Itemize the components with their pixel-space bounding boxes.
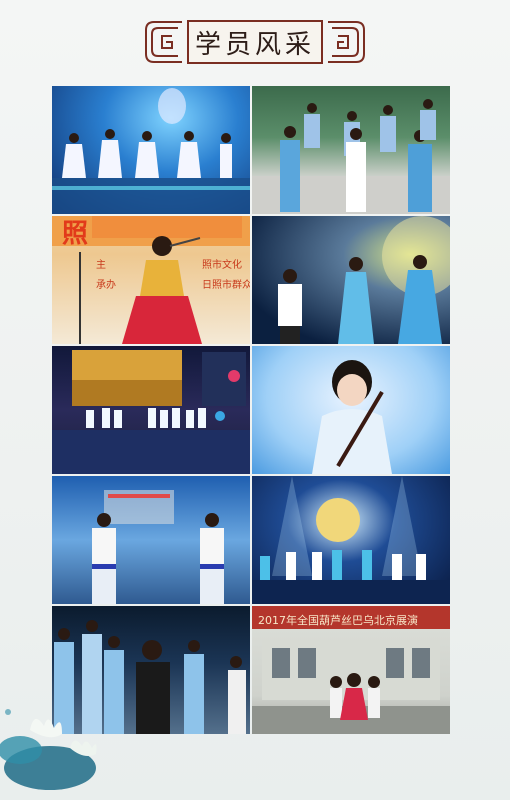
showcase-scene-image: 2017年全国葫芦丝巴乌北京展演 xyxy=(252,613,450,734)
title-box: 学员风采 xyxy=(187,20,323,64)
banner-line2b: 日照市群众 xyxy=(202,278,250,291)
photo-stage-performance-1[interactable] xyxy=(52,86,250,214)
ensemble-scene-image xyxy=(52,350,250,474)
showcase-banner-text: 2017年全国葫芦丝巴乌北京展演 xyxy=(258,613,418,627)
photo-duo-performance[interactable] xyxy=(52,476,250,604)
banner-line2: 承办 xyxy=(96,278,116,291)
spotlight-scene-image xyxy=(252,476,450,604)
outdoor-scene-image xyxy=(252,99,450,214)
photo-outdoor-performance[interactable] xyxy=(252,86,450,214)
photo-trio-performance[interactable] xyxy=(252,216,450,344)
banner-line1: 主 xyxy=(96,259,106,271)
section-title-banner: 学员风采 xyxy=(142,18,368,66)
page-title: 学员风采 xyxy=(194,29,315,60)
soloist-scene-image: 照 主 照市文化 承办 日照市群众 xyxy=(52,216,250,344)
photo-spotlight-ensemble[interactable] xyxy=(252,476,450,604)
ornament-right-icon xyxy=(328,21,365,63)
photo-gallery: 照 主 照市文化 承办 日照市群众 2017年全国葫芦丝巴乌北京展演 xyxy=(52,86,450,734)
banner-line1b: 照市文化 xyxy=(202,258,242,271)
duo-scene-image xyxy=(92,490,224,604)
lotus-decoration-icon xyxy=(0,709,97,790)
stage-scene-image xyxy=(52,88,250,214)
ornament-left-icon xyxy=(145,21,182,63)
banner-big-text: 照 xyxy=(62,219,88,249)
closeup-scene-image xyxy=(312,360,392,474)
photo-beijing-showcase[interactable]: 2017年全国葫芦丝巴乌北京展演 xyxy=(252,606,450,734)
trio-scene-image xyxy=(278,216,450,344)
photo-ensemble-stage[interactable] xyxy=(52,346,250,474)
photo-soloist-closeup[interactable] xyxy=(252,346,450,474)
photo-soloist-red-gown[interactable]: 照 主 照市文化 承办 日照市群众 xyxy=(52,216,250,344)
